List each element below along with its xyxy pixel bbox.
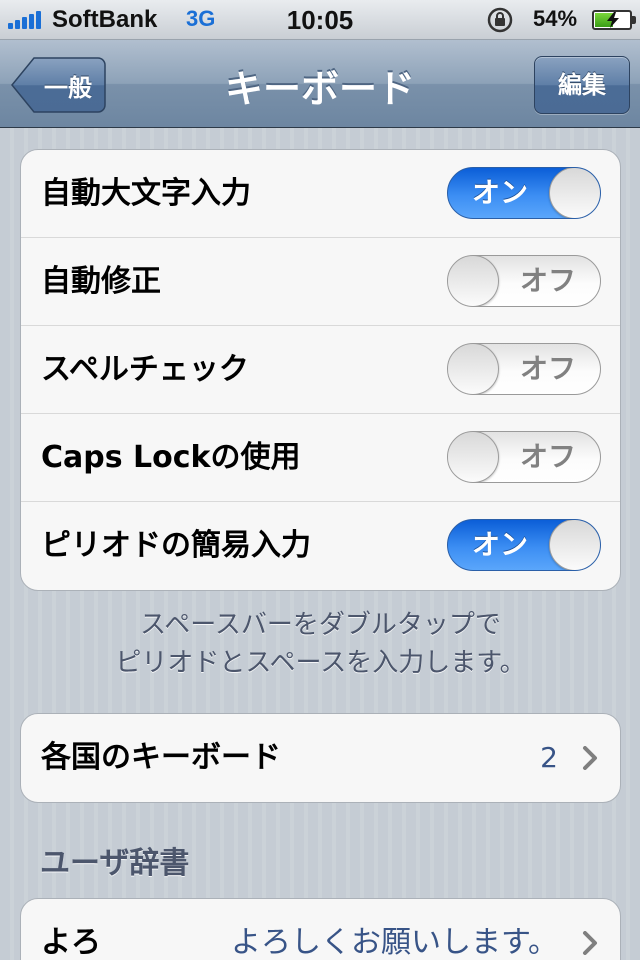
toggle-state-text: オン [472,176,529,209]
battery-icon [592,10,636,30]
auto-correction-toggle[interactable]: オフ [447,255,601,307]
charging-bolt-icon [607,12,619,28]
chevron-right-icon [583,746,597,770]
navigation-bar: 一般 キーボード 編集 [0,40,640,128]
toggle-knob [448,432,499,482]
toggle-state-text: オフ [519,352,576,385]
caps-lock-toggle[interactable]: オフ [447,431,601,483]
setting-label: ピリオドの簡易入力 [41,528,311,563]
chevron-right-icon [583,931,597,955]
setting-row-auto-capitalization: 自動大文字入力 オン [21,150,620,238]
setting-row-period-shortcut: ピリオドの簡易入力 オン [21,502,620,590]
spell-check-toggle[interactable]: オフ [447,343,601,395]
setting-label: 自動修正 [41,264,161,299]
user-dictionary-header: ユーザ辞書 [40,846,190,881]
dictionary-entry-row[interactable]: よろ よろしくお願いします。 [21,899,620,960]
setting-label: スペルチェック [41,352,249,387]
auto-capitalization-toggle[interactable]: オン [447,167,601,219]
rotation-lock-icon [487,7,513,33]
toggle-knob [448,344,499,394]
setting-row-spell-check: スペルチェック オフ [21,326,620,414]
toggle-knob [549,168,600,218]
international-keyboards-row[interactable]: 各国のキーボード 2 [21,714,620,802]
toggle-state-text: オフ [519,264,576,297]
dictionary-phrase: よろしくお願いします。 [231,925,558,960]
international-keyboards-label: 各国のキーボード [41,740,281,775]
keyboard-count: 2 [540,741,558,774]
setting-row-caps-lock: Caps Lockの使用 オフ [21,414,620,502]
period-shortcut-toggle[interactable]: オン [447,519,601,571]
description-line: スペースバーをダブルタップで [140,610,501,640]
user-dictionary-group: よろ よろしくお願いします。 [20,898,621,960]
toggle-state-text: オフ [519,440,576,473]
toggle-knob [448,256,499,306]
toggle-state-text: オン [472,528,529,561]
dictionary-shortcut: よろ [41,925,101,960]
description-line: ピリオドとスペースを入力します。 [115,648,526,678]
international-keyboards-group: 各国のキーボード 2 [20,713,621,803]
setting-label: Caps Lockの使用 [41,440,301,475]
setting-row-auto-correction: 自動修正 オフ [21,238,620,326]
setting-label: 自動大文字入力 [41,176,251,211]
status-bar: SoftBank 3G 10:05 54% [0,0,640,40]
battery-percentage: 54% [533,6,578,31]
period-shortcut-description: スペースバーをダブルタップで ピリオドとスペースを入力します。 [20,606,621,682]
toggle-knob [549,520,600,570]
keyboard-toggles-group: 自動大文字入力 オン 自動修正 オフ スペルチェック オフ Caps Lockの… [20,149,621,591]
edit-button[interactable]: 編集 [534,56,630,114]
